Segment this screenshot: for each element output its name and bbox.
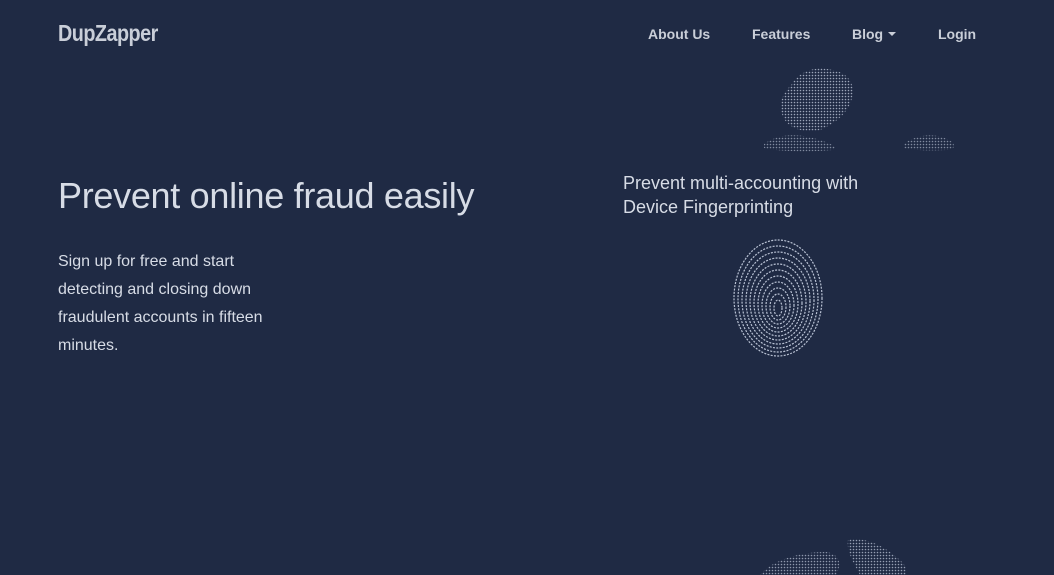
dotted-map-graphic-bottom <box>760 539 907 575</box>
nav-login[interactable]: Login <box>938 26 976 42</box>
nav-features[interactable]: Features <box>752 26 810 42</box>
hero-title: Prevent online fraud easily <box>58 175 475 216</box>
fingerprint-icon <box>733 239 823 357</box>
nav-blog-dropdown[interactable]: Blog <box>852 26 897 42</box>
nav-about-us[interactable]: About Us <box>648 26 710 42</box>
feature-caption: Prevent multi-accounting with Device Fin… <box>623 173 859 217</box>
top-nav: About Us Features Blog Login <box>0 26 1054 46</box>
hero-description: Sign up for free and start detecting and… <box>58 253 263 354</box>
dotted-map-graphic-top <box>764 68 954 152</box>
nav-blog-label: Blog <box>852 26 884 42</box>
chevron-down-icon <box>888 32 897 37</box>
